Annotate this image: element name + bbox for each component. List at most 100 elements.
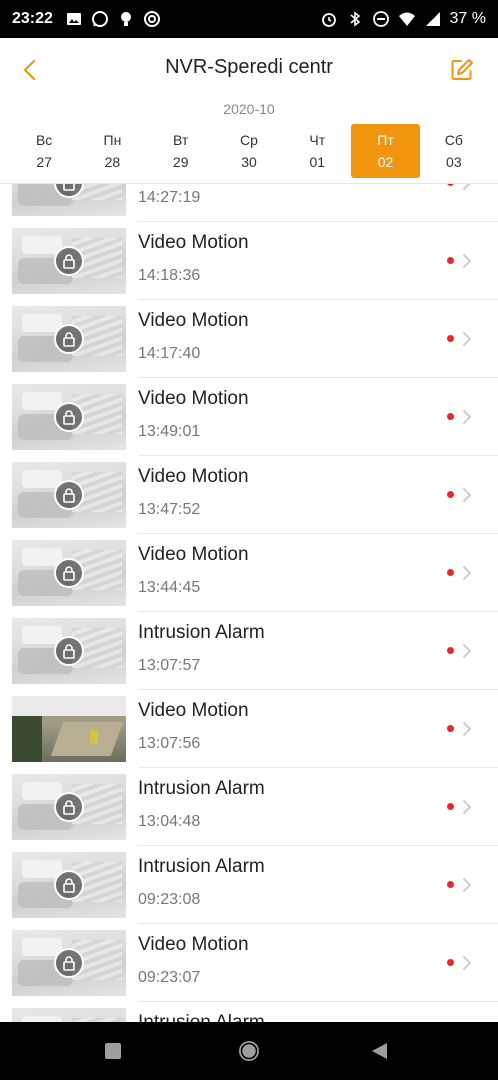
day-of-week: Пн (103, 132, 122, 148)
day-item[interactable]: Вт 29 (147, 124, 215, 178)
event-title: Video Motion (138, 700, 249, 721)
event-time: 13:04:48 (138, 813, 201, 830)
chevron-right-icon (463, 410, 471, 424)
bulb-icon (117, 10, 135, 28)
status-bar: 23:22 37 % (0, 0, 498, 38)
chevron-left-icon (23, 59, 36, 81)
alarm-icon (320, 10, 338, 28)
event-time: 13:49:01 (138, 423, 201, 440)
lock-icon (54, 636, 84, 666)
day-item[interactable]: Пн 28 (78, 124, 146, 178)
chevron-right-icon (463, 488, 471, 502)
bluetooth-icon (346, 10, 364, 28)
day-item[interactable]: Чт 01 (283, 124, 351, 178)
whatsapp-icon (91, 10, 109, 28)
lock-icon (54, 480, 84, 510)
event-row[interactable]: Intrusion Alarm 13:07:57 (0, 612, 498, 690)
app-header: NVR-Speredi centr (0, 38, 498, 102)
event-title: Video Motion (138, 544, 249, 565)
day-item[interactable]: Вс 27 (10, 124, 78, 178)
day-of-week: Вс (35, 132, 53, 148)
event-title: Intrusion Alarm (138, 856, 265, 877)
chevron-right-icon (463, 566, 471, 580)
day-date: 03 (446, 154, 462, 170)
day-date: 28 (104, 154, 121, 170)
day-of-week: Ср (240, 132, 258, 148)
event-time: 13:07:56 (138, 735, 201, 752)
event-thumbnail (12, 930, 126, 996)
event-row[interactable]: Video Motion 14:17:40 (0, 300, 498, 378)
day-item-selected[interactable]: Пт 02 (351, 124, 420, 178)
event-row[interactable]: Video Motion 09:23:07 (0, 924, 498, 1002)
event-title: Intrusion Alarm (138, 622, 265, 643)
chevron-right-icon (463, 878, 471, 892)
event-thumbnail (12, 774, 126, 840)
day-item[interactable]: Ср 30 (215, 124, 283, 178)
day-date: 01 (309, 154, 326, 170)
unread-dot (447, 335, 454, 342)
month-label: 2020-10 (223, 101, 275, 117)
battery-level: 37 % (449, 10, 486, 27)
event-time: 09:23:08 (138, 891, 201, 908)
event-title: Video Motion (138, 466, 249, 487)
unread-dot (447, 803, 454, 810)
chevron-right-icon (463, 956, 471, 970)
unread-dot (447, 725, 454, 732)
lock-icon (54, 870, 84, 900)
status-time: 23:22 (12, 10, 53, 27)
event-title: Video Motion (138, 310, 249, 331)
event-row[interactable]: Video Motion 13:49:01 (0, 378, 498, 456)
unread-dot (447, 959, 454, 966)
event-thumbnail (12, 852, 126, 918)
chevron-right-icon (463, 722, 471, 736)
chevron-right-icon (463, 332, 471, 346)
unread-dot (447, 491, 454, 498)
day-date: 29 (172, 154, 189, 170)
event-thumbnail (12, 618, 126, 684)
chevron-right-icon (463, 254, 471, 268)
edit-button[interactable] (446, 54, 478, 86)
event-row[interactable]: Video Motion 13:47:52 (0, 456, 498, 534)
day-of-week: Сб (444, 132, 463, 148)
signal-icon (424, 10, 442, 28)
day-of-week: Пт (377, 132, 394, 148)
day-date: 27 (36, 154, 52, 170)
event-title: Intrusion Alarm (138, 1012, 265, 1022)
event-time: 14:18:36 (138, 267, 201, 284)
edit-icon (451, 59, 473, 80)
page-title: NVR-Speredi centr (165, 56, 333, 78)
back-button[interactable] (14, 54, 46, 86)
event-row[interactable]: Video Motion 14:18:36 (0, 222, 498, 300)
recents-icon[interactable] (99, 1037, 127, 1065)
unread-dot (447, 881, 454, 888)
chevron-right-icon (463, 184, 471, 190)
event-thumbnail (12, 1008, 126, 1022)
event-time: 14:17:40 (138, 345, 201, 362)
event-time: 13:07:57 (138, 657, 201, 674)
day-item[interactable]: Сб 03 (420, 124, 488, 178)
dnd-icon (372, 10, 390, 28)
back-icon[interactable] (365, 1037, 393, 1065)
event-row[interactable]: Video Motion 13:44:45 (0, 534, 498, 612)
unread-dot (447, 413, 454, 420)
home-icon[interactable] (235, 1037, 263, 1065)
unread-dot (447, 184, 454, 186)
lock-icon (54, 246, 84, 276)
event-time: 14:27:19 (138, 189, 201, 206)
event-row[interactable]: Video Motion 14:27:19 (0, 184, 498, 222)
lock-icon (54, 792, 84, 822)
day-date: 02 (377, 154, 394, 170)
unread-dot (447, 257, 454, 264)
event-title: Video Motion (138, 388, 249, 409)
event-row[interactable]: Intrusion Alarm (0, 1002, 498, 1022)
event-list[interactable]: Video Motion 14:27:19 Video Motion 14:18… (0, 184, 498, 1022)
day-of-week: Вт (173, 132, 189, 148)
event-row[interactable]: Video Motion 13:07:56 (0, 690, 498, 768)
chevron-right-icon (463, 800, 471, 814)
event-row[interactable]: Intrusion Alarm 13:04:48 (0, 768, 498, 846)
event-row[interactable]: Intrusion Alarm 09:23:08 (0, 846, 498, 924)
day-of-week: Чт (309, 132, 326, 148)
event-time: 13:44:45 (138, 579, 201, 596)
event-thumbnail (12, 306, 126, 372)
event-title: Video Motion (138, 934, 249, 955)
